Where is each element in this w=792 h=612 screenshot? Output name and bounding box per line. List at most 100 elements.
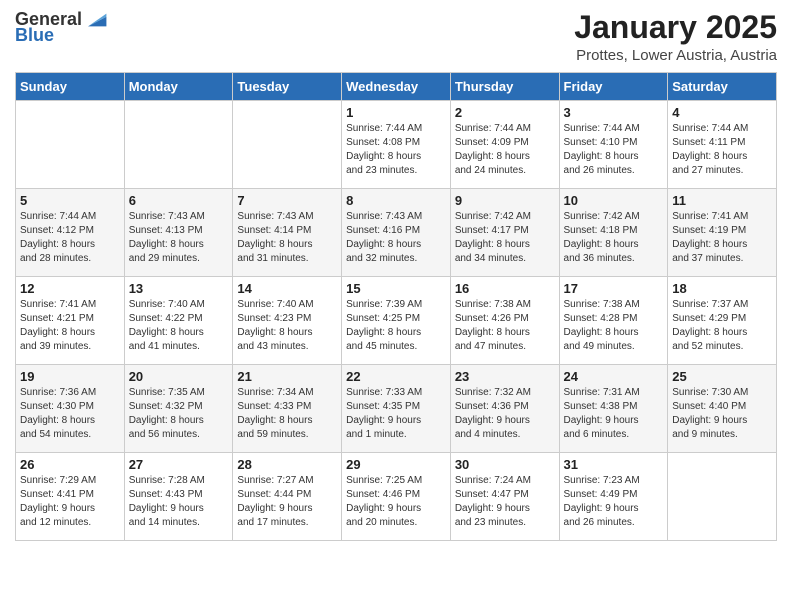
day-number: 24 [564, 369, 664, 384]
calendar-cell: 8Sunrise: 7:43 AM Sunset: 4:16 PM Daylig… [342, 189, 451, 277]
calendar-cell: 9 Sunrise: 7:42 AM Sunset: 4:17 PM Daylig… [450, 189, 559, 277]
logo-blue: Blue [15, 26, 54, 46]
calendar-cell: 29 Sunrise: 7:25 AM Sunset: 4:46 PM Dayli… [342, 453, 451, 541]
day-number: 1 [346, 105, 446, 120]
day-info: Sunrise: 7:43 AM Sunset: 4:13 PM Dayligh… [129, 210, 229, 266]
calendar-cell: 10 Sunrise: 7:42 AM Sunset: 4:18 PM Dayli… [559, 189, 668, 277]
header-friday: Friday [559, 73, 668, 101]
day-info: Sunrise: 7:38 AM Sunset: 4:28 PM Dayligh… [564, 298, 664, 354]
day-number: 28 [237, 457, 337, 472]
day-number: 27 [129, 457, 229, 472]
day-number: 22 [346, 369, 446, 384]
header-saturday: Saturday [668, 73, 777, 101]
day-info: Sunrise: 7:40 AM Sunset: 4:22 PM Dayligh… [129, 298, 229, 354]
day-info: Sunrise: 7:39 AM Sunset: 4:25 PM Dayligh… [346, 298, 446, 354]
calendar-cell [668, 453, 777, 541]
day-number: 10 [564, 193, 664, 208]
logo: General Blue [15, 10, 108, 46]
day-number: 13 [129, 281, 229, 296]
calendar-cell: 16 Sunrise: 7:38 AM Sunset: 4:26 PM Dayli… [450, 277, 559, 365]
calendar-cell: 31 Sunrise: 7:23 AM Sunset: 4:49 PM Dayli… [559, 453, 668, 541]
day-number: 20 [129, 369, 229, 384]
day-number: 30 [455, 457, 555, 472]
day-info: Sunrise: 7:28 AM Sunset: 4:43 PM Dayligh… [129, 474, 229, 530]
day-number: 29 [346, 457, 446, 472]
week-row-5: 26Sunrise: 7:29 AM Sunset: 4:41 PM Dayli… [16, 453, 777, 541]
day-number: 16 [455, 281, 555, 296]
day-number: 23 [455, 369, 555, 384]
location-title: Prottes, Lower Austria, Austria [574, 47, 777, 64]
calendar-cell: 3 Sunrise: 7:44 AM Sunset: 4:10 PM Daylig… [559, 101, 668, 189]
calendar-cell: 18Sunrise: 7:37 AM Sunset: 4:29 PM Dayli… [668, 277, 777, 365]
logo-icon [84, 10, 108, 30]
day-number: 25 [672, 369, 772, 384]
calendar-cell: 5 Sunrise: 7:44 AM Sunset: 4:12 PM Daylig… [16, 189, 125, 277]
day-number: 19 [20, 369, 120, 384]
day-info: Sunrise: 7:31 AM Sunset: 4:38 PM Dayligh… [564, 386, 664, 442]
week-row-4: 19Sunrise: 7:36 AM Sunset: 4:30 PM Dayli… [16, 365, 777, 453]
weekday-header-row: Sunday Monday Tuesday Wednesday Thursday… [16, 73, 777, 101]
day-info: Sunrise: 7:34 AM Sunset: 4:33 PM Dayligh… [237, 386, 337, 442]
calendar-cell: 30 Sunrise: 7:24 AM Sunset: 4:47 PM Dayli… [450, 453, 559, 541]
calendar-cell: 28 Sunrise: 7:27 AM Sunset: 4:44 PM Dayli… [233, 453, 342, 541]
calendar-cell: 7 Sunrise: 7:43 AM Sunset: 4:14 PM Daylig… [233, 189, 342, 277]
day-number: 2 [455, 105, 555, 120]
day-number: 4 [672, 105, 772, 120]
day-number: 7 [237, 193, 337, 208]
day-info: Sunrise: 7:41 AM Sunset: 4:21 PM Dayligh… [20, 298, 120, 354]
day-number: 31 [564, 457, 664, 472]
day-number: 8 [346, 193, 446, 208]
calendar-cell: 6 Sunrise: 7:43 AM Sunset: 4:13 PM Daylig… [124, 189, 233, 277]
day-info: Sunrise: 7:27 AM Sunset: 4:44 PM Dayligh… [237, 474, 337, 530]
calendar-cell: 13 Sunrise: 7:40 AM Sunset: 4:22 PM Dayli… [124, 277, 233, 365]
day-number: 14 [237, 281, 337, 296]
day-number: 5 [20, 193, 120, 208]
calendar-cell: 23 Sunrise: 7:32 AM Sunset: 4:36 PM Dayli… [450, 365, 559, 453]
day-info: Sunrise: 7:35 AM Sunset: 4:32 PM Dayligh… [129, 386, 229, 442]
calendar-cell: 14 Sunrise: 7:40 AM Sunset: 4:23 PM Dayli… [233, 277, 342, 365]
calendar-cell: 17 Sunrise: 7:38 AM Sunset: 4:28 PM Dayli… [559, 277, 668, 365]
day-info: Sunrise: 7:44 AM Sunset: 4:11 PM Dayligh… [672, 122, 772, 178]
header-tuesday: Tuesday [233, 73, 342, 101]
calendar-cell: 27 Sunrise: 7:28 AM Sunset: 4:43 PM Dayli… [124, 453, 233, 541]
day-info: Sunrise: 7:43 AM Sunset: 4:14 PM Dayligh… [237, 210, 337, 266]
calendar-cell: 24 Sunrise: 7:31 AM Sunset: 4:38 PM Dayli… [559, 365, 668, 453]
day-info: Sunrise: 7:32 AM Sunset: 4:36 PM Dayligh… [455, 386, 555, 442]
day-info: Sunrise: 7:42 AM Sunset: 4:17 PM Dayligh… [455, 210, 555, 266]
day-number: 26 [20, 457, 120, 472]
calendar-cell: 26Sunrise: 7:29 AM Sunset: 4:41 PM Dayli… [16, 453, 125, 541]
week-row-2: 5 Sunrise: 7:44 AM Sunset: 4:12 PM Daylig… [16, 189, 777, 277]
header-monday: Monday [124, 73, 233, 101]
day-info: Sunrise: 7:38 AM Sunset: 4:26 PM Dayligh… [455, 298, 555, 354]
calendar-cell: 15 Sunrise: 7:39 AM Sunset: 4:25 PM Dayli… [342, 277, 451, 365]
calendar-cell: 11Sunrise: 7:41 AM Sunset: 4:19 PM Dayli… [668, 189, 777, 277]
calendar-cell: 19Sunrise: 7:36 AM Sunset: 4:30 PM Dayli… [16, 365, 125, 453]
calendar-cell: 2 Sunrise: 7:44 AM Sunset: 4:09 PM Daylig… [450, 101, 559, 189]
calendar-cell: 20 Sunrise: 7:35 AM Sunset: 4:32 PM Dayli… [124, 365, 233, 453]
day-info: Sunrise: 7:40 AM Sunset: 4:23 PM Dayligh… [237, 298, 337, 354]
day-info: Sunrise: 7:44 AM Sunset: 4:12 PM Dayligh… [20, 210, 120, 266]
day-info: Sunrise: 7:25 AM Sunset: 4:46 PM Dayligh… [346, 474, 446, 530]
day-info: Sunrise: 7:44 AM Sunset: 4:09 PM Dayligh… [455, 122, 555, 178]
header-wednesday: Wednesday [342, 73, 451, 101]
day-number: 12 [20, 281, 120, 296]
header: General Blue January 2025 Prottes, Lower… [15, 10, 777, 64]
header-thursday: Thursday [450, 73, 559, 101]
day-info: Sunrise: 7:23 AM Sunset: 4:49 PM Dayligh… [564, 474, 664, 530]
month-title: January 2025 [574, 10, 777, 45]
calendar-cell: 25 Sunrise: 7:30 AM Sunset: 4:40 PM Dayli… [668, 365, 777, 453]
day-number: 6 [129, 193, 229, 208]
day-number: 3 [564, 105, 664, 120]
day-number: 17 [564, 281, 664, 296]
calendar-cell: 12 Sunrise: 7:41 AM Sunset: 4:21 PM Dayli… [16, 277, 125, 365]
calendar-cell [233, 101, 342, 189]
day-info: Sunrise: 7:30 AM Sunset: 4:40 PM Dayligh… [672, 386, 772, 442]
day-number: 11 [672, 193, 772, 208]
title-area: January 2025 Prottes, Lower Austria, Aus… [574, 10, 777, 64]
day-info: Sunrise: 7:42 AM Sunset: 4:18 PM Dayligh… [564, 210, 664, 266]
day-info: Sunrise: 7:24 AM Sunset: 4:47 PM Dayligh… [455, 474, 555, 530]
calendar-cell: 21Sunrise: 7:34 AM Sunset: 4:33 PM Dayli… [233, 365, 342, 453]
day-number: 9 [455, 193, 555, 208]
day-info: Sunrise: 7:44 AM Sunset: 4:10 PM Dayligh… [564, 122, 664, 178]
day-number: 15 [346, 281, 446, 296]
